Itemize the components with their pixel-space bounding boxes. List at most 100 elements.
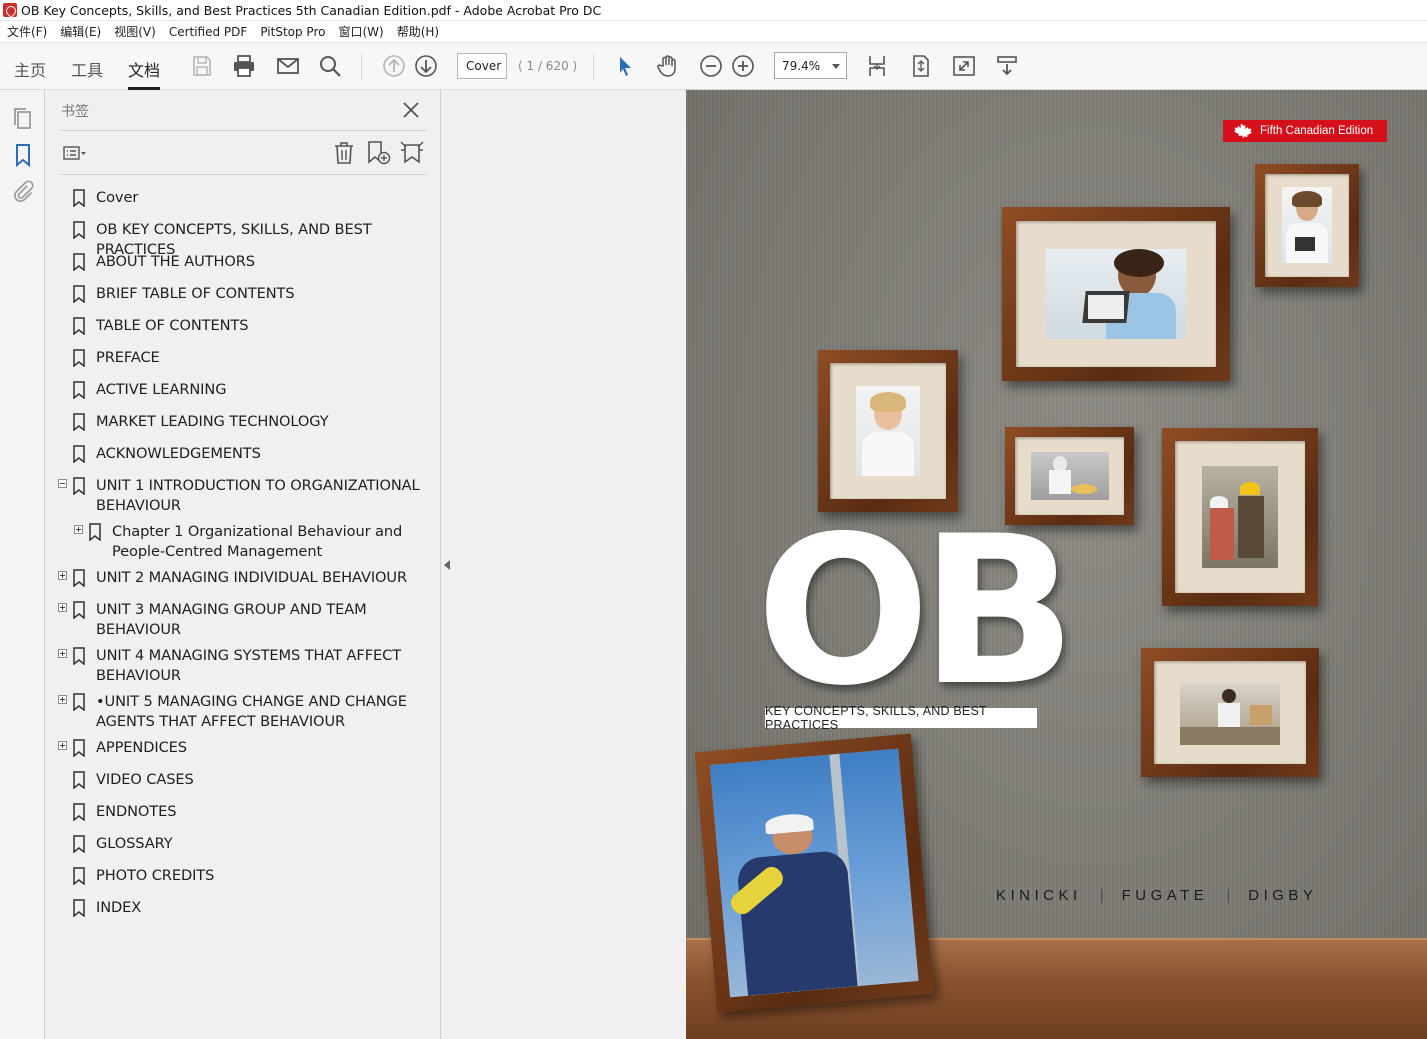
menu-file[interactable]: 文件(F) [0,23,53,40]
expand-toggle[interactable] [58,571,67,580]
bookmark-item-unit-5[interactable]: •UNIT 5 MANAGING CHANGE AND CHANGE AGENT… [45,690,441,730]
photo-frame [1141,648,1319,777]
cover-authors: KINICKI | FUGATE | DIGBY [996,887,1317,904]
edition-badge: Fifth Canadian Edition [1223,120,1387,142]
bookmark-item-unit-1[interactable]: UNIT 1 INTRODUCTION TO ORGANIZATIONAL BE… [45,474,441,514]
hand-tool-button[interactable] [655,53,681,79]
trash-icon[interactable] [331,140,357,166]
tab-document[interactable]: 文档 [128,57,160,81]
bookmark-icon [73,381,85,399]
expand-toggle[interactable] [58,603,67,612]
save-icon [193,56,211,76]
bookmark-icon [73,899,85,917]
bookmark-icon [73,835,85,853]
nurse-photo [1282,187,1332,263]
paperclip-icon[interactable] [11,179,35,203]
fit-page-button[interactable] [908,53,934,79]
bookmark-icon [73,693,85,711]
expand-bookmark-icon[interactable] [399,140,425,166]
menu-view[interactable]: 视图(V) [107,23,162,40]
previous-page-button[interactable] [381,53,407,79]
plus-circle-icon [732,55,754,77]
expand-toggle[interactable] [58,741,67,750]
main-toolbar: 主页 工具 文档 [0,42,1427,90]
cover-title: OB [756,493,1077,731]
toolbar-separator [593,53,594,81]
author-separator: | [1226,887,1231,904]
email-button[interactable] [275,53,301,79]
bookmark-item-chapter-1[interactable]: Chapter 1 Organizational Behaviour and P… [45,520,441,560]
bookmark-icon [73,445,85,463]
zoom-out-button[interactable] [698,53,724,79]
bookmark-label: Cover [96,189,139,206]
bookmark-icon [73,221,85,239]
warehouse-workers-photo [1180,683,1280,745]
zoom-select[interactable]: 79.4% [774,52,847,79]
bookmark-icon [73,739,85,757]
bookmark-label: MARKET LEADING TECHNOLOGY [96,413,329,430]
divider [60,130,427,131]
collapse-panel-arrow-icon[interactable] [444,560,450,570]
businesswoman-photo [856,386,920,476]
photo-frame [694,733,934,1013]
tab-home[interactable]: 主页 [14,57,46,81]
menu-help[interactable]: 帮助(H) [390,23,445,40]
bookmark-label: Chapter 1 Organizational Behaviour and [112,523,403,540]
frame-mat [1175,441,1305,593]
author-name: FUGATE [1121,887,1209,904]
next-page-button[interactable] [413,53,439,79]
menu-certified-pdf[interactable]: Certified PDF [162,25,254,39]
bookmark-icon [73,413,85,431]
close-icon[interactable] [402,101,420,119]
bookmark-label: BRIEF TABLE OF CONTENTS [96,285,295,302]
cursor-arrow-icon [620,57,631,76]
save-button[interactable] [189,53,215,79]
window-title: OB Key Concepts, Skills, and Best Practi… [21,2,602,18]
menu-pitstop-pro[interactable]: PitStop Pro [253,25,331,39]
print-button[interactable] [231,53,257,79]
scroll-mode-button[interactable] [864,53,890,79]
fit-page-icon [913,55,929,77]
bookmark-icon [73,349,85,367]
collapse-toggle[interactable] [58,479,67,488]
page-thumbnails-icon[interactable] [11,107,35,131]
bookmark-icon [73,867,85,885]
expand-icon [953,56,975,76]
expand-toggle[interactable] [74,525,83,534]
construction-workers-photo [1202,466,1278,568]
tab-tools[interactable]: 工具 [71,57,103,81]
bookmark-item-unit-4[interactable]: UNIT 4 MANAGING SYSTEMS THAT AFFECT BEHA… [45,644,441,684]
edition-text: Fifth Canadian Edition [1260,125,1374,137]
bookmark-icon [73,253,85,271]
arrow-up-circle-icon [383,55,405,77]
full-screen-button[interactable] [951,53,977,79]
bookmark-icon [73,285,85,303]
hand-icon [657,55,676,77]
minus-circle-icon [700,55,722,77]
bookmark-label: ACKNOWLEDGEMENTS [96,445,261,462]
cover-subtitle: KEY CONCEPTS, SKILLS, AND BEST PRACTICES [765,704,1037,732]
expand-toggle[interactable] [58,695,67,704]
divider [60,174,427,175]
zoom-in-button[interactable] [730,53,756,79]
photo-frame [1002,207,1230,381]
bookmark-label: GLOSSARY [96,835,173,852]
bookmark-label: UNIT 2 MANAGING INDIVIDUAL BEHAVIOUR [96,569,408,586]
menu-window[interactable]: 窗口(W) [331,23,389,40]
bookmark-item-unit-3[interactable]: UNIT 3 MANAGING GROUP AND TEAM BEHAVIOUR [45,598,441,638]
menu-bar: 文件(F) 编辑(E) 视图(V) Certified PDF PitStop … [0,21,1427,42]
bookmark-icon [73,601,85,619]
new-bookmark-icon[interactable] [365,140,391,166]
bookmark-options-icon[interactable] [61,140,87,166]
more-tools-button[interactable] [994,53,1020,79]
laptop-woman-photo [1046,249,1186,339]
bookmark-label: •UNIT 5 MANAGING CHANGE AND CHANGE [96,693,407,710]
expand-toggle[interactable] [58,649,67,658]
select-tool-button[interactable] [612,53,638,79]
menu-edit[interactable]: 编辑(E) [53,23,107,40]
search-button[interactable] [317,53,343,79]
page-number-input[interactable]: Cover [457,53,507,79]
window-title-bar: OB Key Concepts, Skills, and Best Practi… [0,0,1427,21]
bookmark-icon[interactable] [11,143,35,167]
welder-photo [709,748,919,998]
